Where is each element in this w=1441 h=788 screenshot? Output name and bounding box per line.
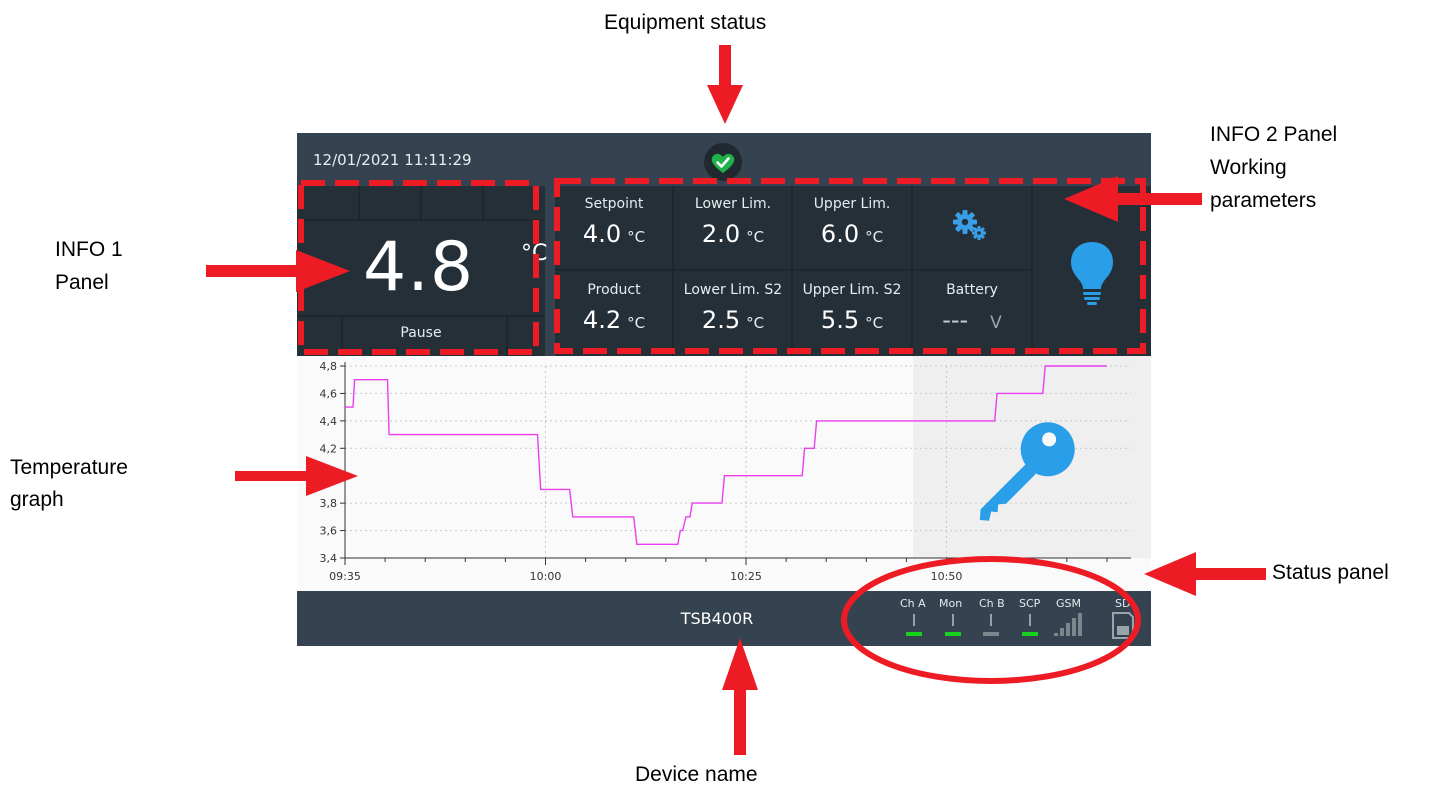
setpoint-label: Setpoint (584, 196, 644, 212)
upper-lim-s2-cell[interactable]: Upper Lim. S2 5.5 °C (793, 272, 911, 356)
info1-panel[interactable]: 4.8 °C Pause (297, 186, 548, 356)
annotation-equipment-status: Equipment status (604, 11, 767, 34)
annotation-info2-line3: parameters (1210, 189, 1317, 212)
sd-card-icon (1112, 612, 1134, 639)
y-tick-label: 3,4 (320, 552, 338, 565)
product-value: 4.2 (582, 306, 622, 334)
info2-panel: Setpoint 4.0 °C Lower Lim. 2.0 °C Upper Li… (555, 186, 1151, 356)
battery-value-row: --- V (913, 306, 1031, 334)
y-tick-label: 4,6 (320, 387, 338, 400)
upper-lim-s2-unit: °C (865, 314, 884, 332)
lower-lim-s2-value: 2.5 (701, 306, 741, 334)
settings-button[interactable] (913, 186, 1031, 270)
x-tick-label: 10:00 (530, 570, 562, 583)
lower-lim-unit: °C (746, 228, 765, 246)
lightbulb-icon (1071, 242, 1113, 305)
setpoint-unit: °C (627, 228, 646, 246)
x-tick-label: 10:25 (730, 570, 762, 583)
annotation-info2-line2: Working (1210, 156, 1287, 179)
product-value-row: 4.2 °C (555, 306, 673, 334)
battery-value: --- (942, 306, 969, 334)
upper-lim-value: 6.0 (820, 220, 860, 248)
ch-b-indicator (983, 632, 999, 636)
lower-lim-s2-value-row: 2.5 °C (674, 306, 792, 334)
x-tick-label: 09:35 (329, 570, 361, 583)
scp-indicator (1022, 632, 1038, 636)
upper-lim-s2-value-row: 5.5 °C (793, 306, 911, 334)
arrow-equipment-status (707, 45, 743, 124)
product-label: Product (587, 282, 641, 298)
gsm-signal-icon (1054, 613, 1082, 636)
y-tick-label: 4,8 (320, 360, 338, 373)
light-button[interactable] (1033, 186, 1151, 356)
battery-unit: V (990, 313, 1002, 333)
lower-lim-s2-cell[interactable]: Lower Lim. S2 2.5 °C (674, 272, 792, 356)
x-tick-label: 10:50 (931, 570, 963, 583)
lower-lim-s2-unit: °C (746, 314, 765, 332)
heart-check-icon (711, 153, 735, 173)
annotation-info1-line1: INFO 1 (55, 238, 123, 261)
annotation-info2-line1: INFO 2 Panel (1210, 123, 1338, 146)
mon-indicator (945, 632, 961, 636)
equipment-status-button[interactable] (704, 143, 742, 181)
mode-status: Pause (400, 325, 442, 341)
annotation-info1-line2: Panel (55, 271, 109, 294)
upper-lim-s2-value: 5.5 (820, 306, 860, 334)
upper-lim-unit: °C (865, 228, 884, 246)
upper-lim-label: Upper Lim. (813, 196, 891, 212)
annotation-device-name: Device name (635, 763, 758, 786)
setpoint-value-row: 4.0 °C (555, 220, 673, 248)
annotation-temp-graph-line2: graph (10, 488, 64, 511)
lower-lim-value-row: 2.0 °C (674, 220, 792, 248)
arrow-device-name (722, 638, 758, 755)
device-screen: 12/01/2021 11:11:29 4.8 °C Pause Setpoin… (297, 133, 1151, 646)
annotation-temp-graph-line1: Temperature (10, 456, 128, 479)
current-temperature: 4.8 (363, 228, 475, 307)
annotation-status-panel: Status panel (1272, 561, 1389, 584)
lower-lim-s2-label: Lower Lim. S2 (683, 282, 783, 298)
status-footer: TSB400R Ch A Mon Ch B SCP GSM SD (297, 591, 1151, 646)
temperature-chart: 3,4 3,6 3,8 4,2 4,4 4,6 4,8 09:35 10:00 10:25 10:5… (320, 356, 1151, 583)
header-datetime: 12/01/2021 11:11:29 (313, 151, 472, 169)
arrow-status-panel (1144, 552, 1266, 596)
y-tick-label: 4,2 (320, 442, 338, 455)
product-unit: °C (627, 314, 646, 332)
temperature-unit: °C (521, 241, 548, 266)
upper-lim-cell[interactable]: Upper Lim. 6.0 °C (793, 186, 911, 270)
y-tick-label: 3,8 (320, 497, 338, 510)
setpoint-value: 4.0 (582, 220, 622, 248)
temperature-graph[interactable]: 3,4 3,6 3,8 4,2 4,4 4,6 4,8 09:35 10:00 10:25 10:5… (297, 356, 1151, 591)
battery-label: Battery (946, 282, 998, 298)
upper-lim-value-row: 6.0 °C (793, 220, 911, 248)
ch-a-indicator (906, 632, 922, 636)
setpoint-cell[interactable]: Setpoint 4.0 °C (555, 186, 673, 270)
lower-lim-value: 2.0 (701, 220, 741, 248)
battery-cell[interactable]: Battery --- V (913, 272, 1031, 356)
gears-icon (953, 210, 986, 240)
status-indicators (906, 612, 1134, 639)
y-tick-label: 3,6 (320, 525, 338, 538)
upper-lim-s2-label: Upper Lim. S2 (802, 282, 902, 298)
product-cell[interactable]: Product 4.2 °C (555, 272, 673, 356)
lower-lim-cell[interactable]: Lower Lim. 2.0 °C (674, 186, 792, 270)
y-tick-label: 4,4 (320, 415, 338, 428)
lower-lim-label: Lower Lim. (694, 196, 772, 212)
